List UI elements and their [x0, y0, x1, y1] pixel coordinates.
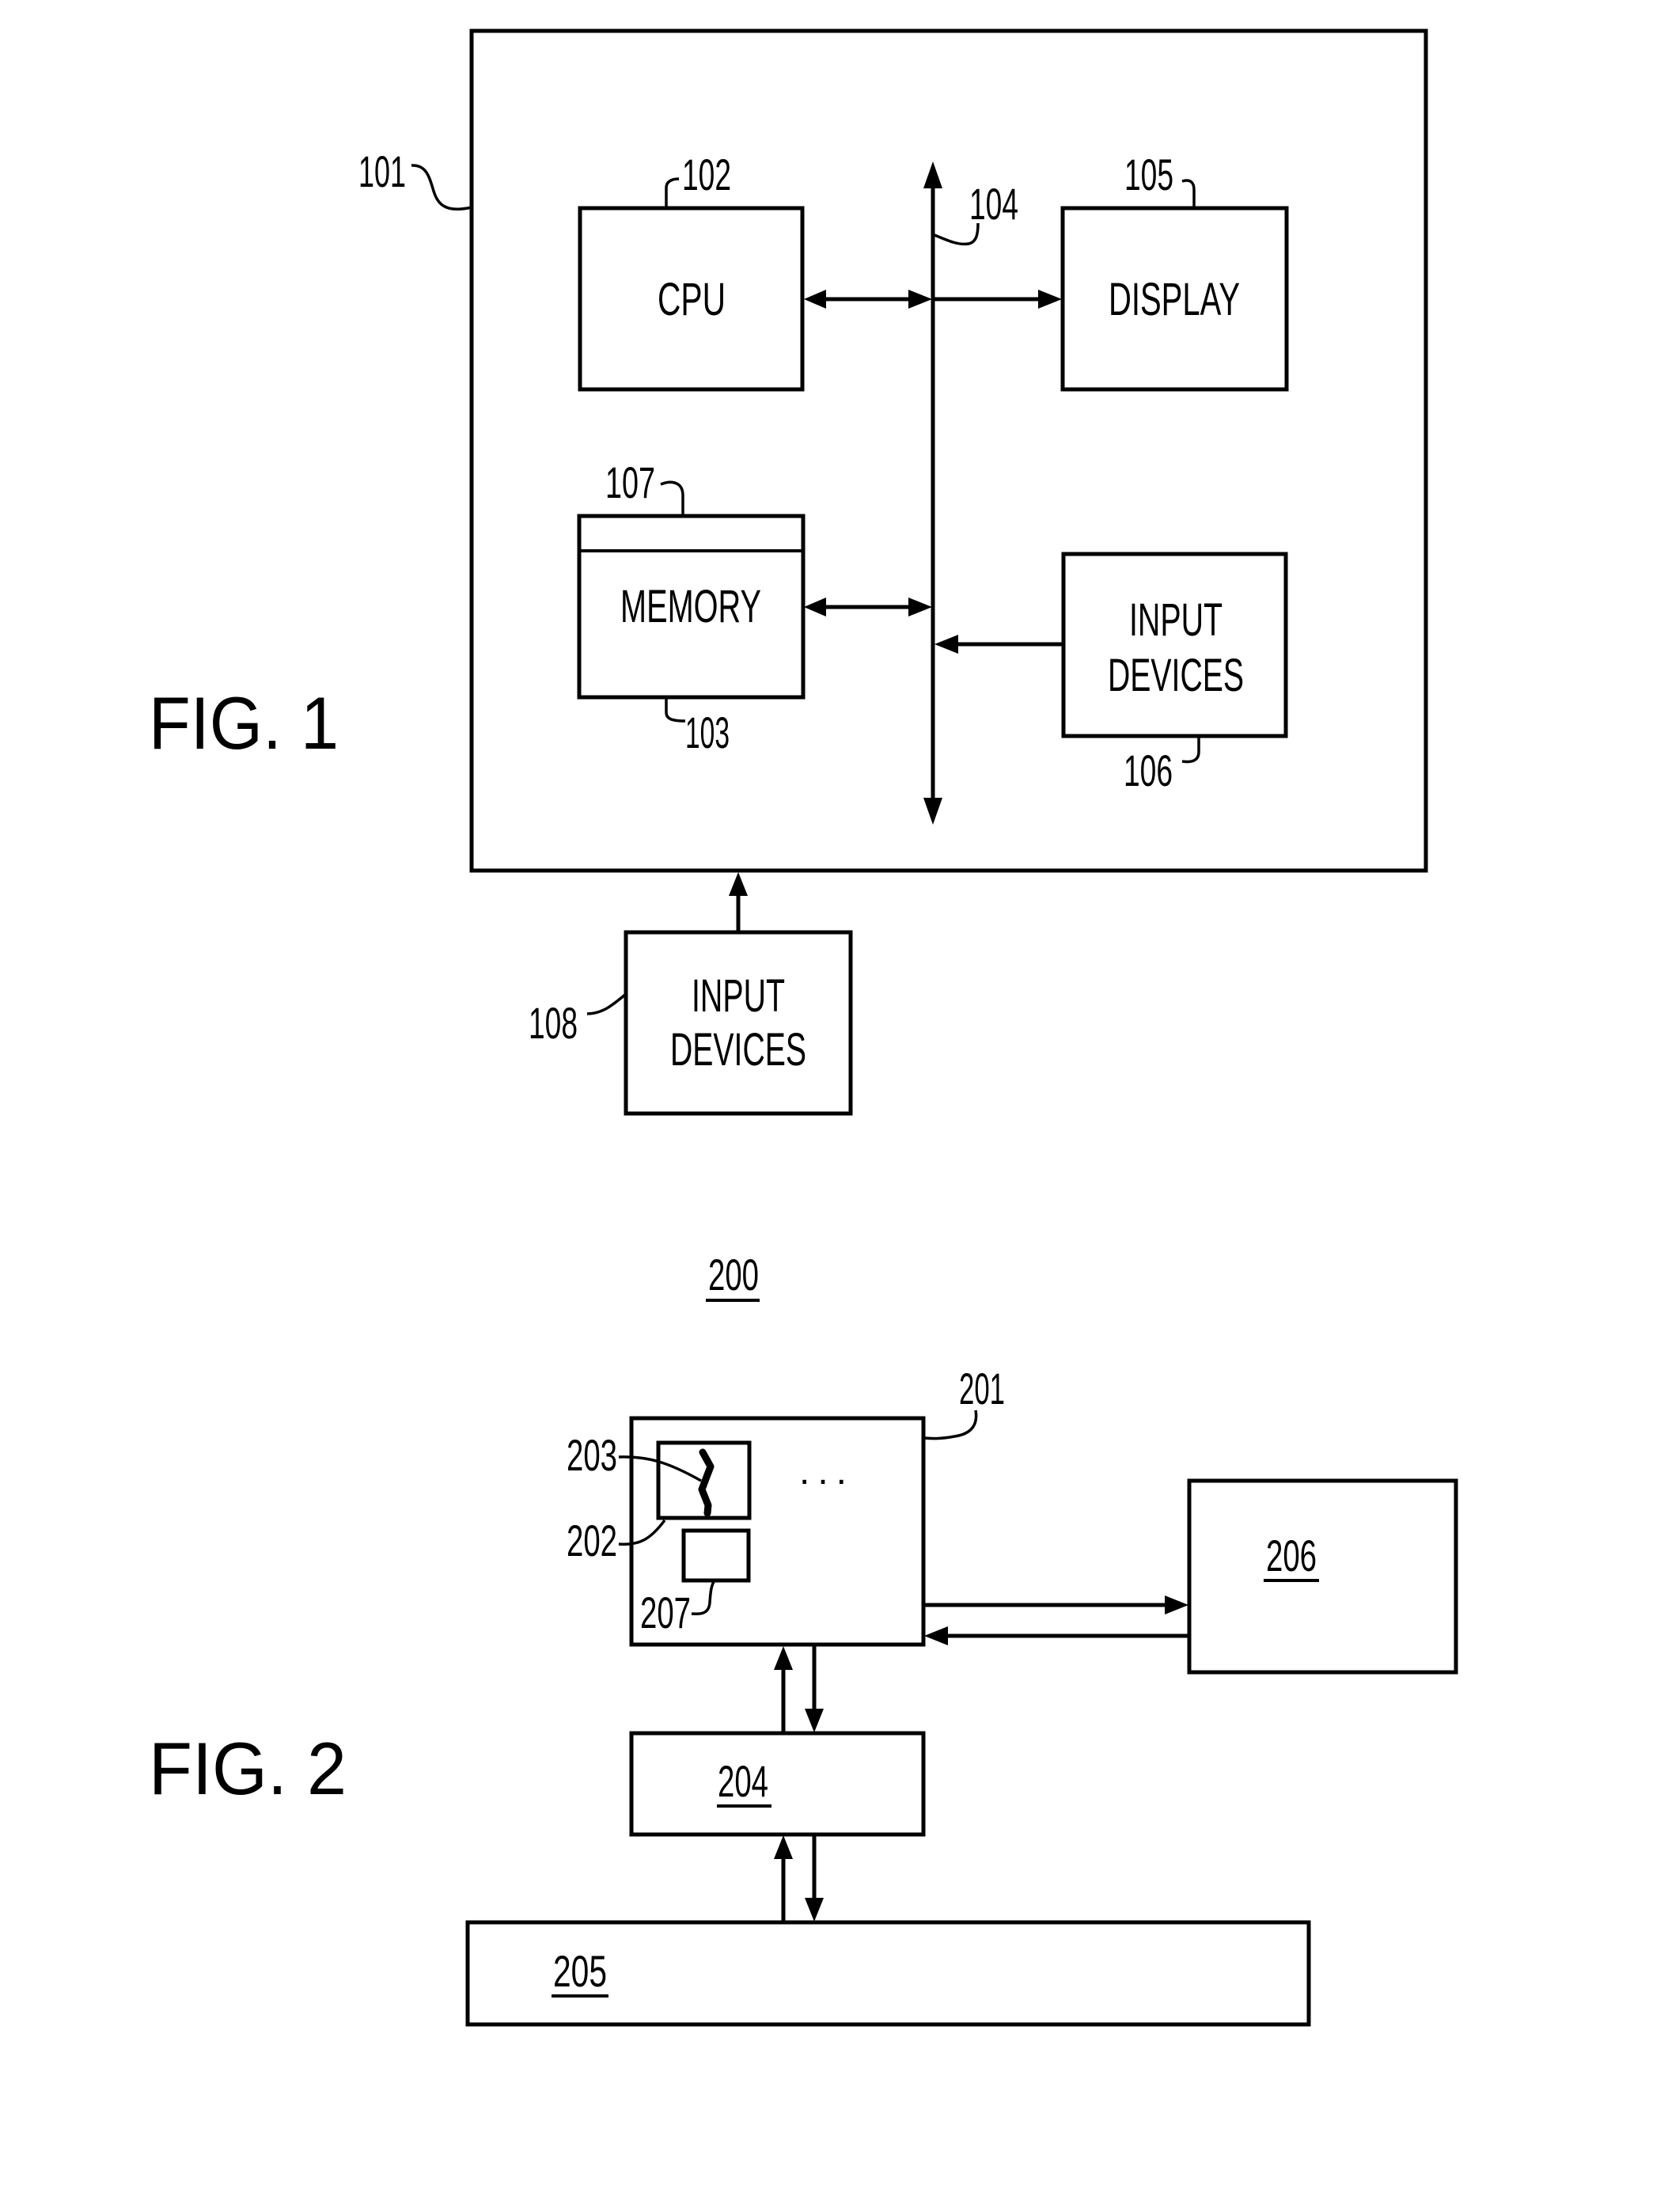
display-ref-label: 105 [1124, 150, 1173, 199]
system-ref-leader [411, 164, 472, 211]
bus-ref-label: 104 [969, 179, 1018, 229]
block-206-ref-label: 206 [1266, 1531, 1317, 1580]
cpu-ref-label: 102 [682, 150, 731, 199]
cpu-label: CPU [658, 274, 726, 325]
display-label: DISPLAY [1109, 274, 1240, 325]
device-201-ellipsis: ... [799, 1451, 855, 1493]
memory-label: MEMORY [620, 581, 761, 632]
memory-subregion-ref-label: 107 [605, 457, 655, 507]
block-206 [1187, 1478, 1458, 1675]
figure-2: FIG. 2 200 201 ... 203 202 207 206 204 2… [149, 1250, 1458, 2027]
block-205-top-arrowhead [805, 1898, 824, 1922]
external-input-devices-ref-leader [586, 992, 627, 1015]
block-204-ref-label: 204 [718, 1756, 768, 1806]
figure-2-caption: FIG. 2 [149, 1727, 347, 1810]
external-input-devices-label-line1: INPUT [692, 970, 785, 1022]
device-201-bottom-arrowhead [774, 1646, 793, 1670]
device-201-ref-label: 201 [959, 1364, 1005, 1413]
device-201-ref-leader [923, 1410, 978, 1440]
internal-input-devices-ref-label: 106 [1124, 746, 1173, 795]
external-input-devices-block [624, 930, 853, 1116]
memory-ref-label: 103 [685, 708, 730, 757]
internal-input-devices-label-line1: INPUT [1129, 594, 1223, 646]
block-204-top-arrowhead [805, 1709, 824, 1732]
block-205-ref-label: 205 [553, 1946, 607, 1996]
patent-drawing-sheet: FIG. 1 101 CPU 102 104 DISPLAY 105 MEMOR… [149, 28, 1458, 2027]
element-202-ref-label: 202 [567, 1516, 617, 1565]
figure-1: FIG. 1 101 CPU 102 104 DISPLAY 105 MEMOR… [149, 28, 1428, 1116]
external-input-devices-label-line2: DEVICES [670, 1024, 806, 1076]
system-ref-label: 101 [358, 146, 406, 196]
system-box-101 [469, 28, 1428, 873]
system-200-ref-label: 200 [708, 1250, 759, 1300]
device-201-right-arrowhead [924, 1626, 948, 1645]
external-input-devices-ref-label: 108 [529, 998, 578, 1048]
element-203-ref-label: 203 [567, 1430, 617, 1480]
figure-1-caption: FIG. 1 [149, 681, 339, 765]
system-side-arrowhead [729, 872, 748, 896]
internal-input-devices-label-line2: DEVICES [1108, 650, 1244, 701]
block-204 [629, 1731, 926, 1837]
block-204-bottom-arrowhead [774, 1835, 793, 1859]
block-206-arrowhead [1165, 1595, 1188, 1614]
element-207-ref-label: 207 [640, 1588, 691, 1637]
element-207-block [681, 1528, 751, 1583]
